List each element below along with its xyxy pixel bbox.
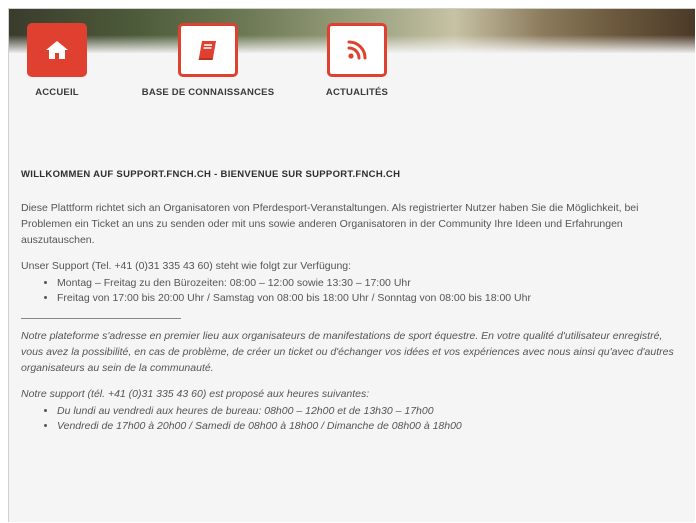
- page-frame: ACCUEIL BASE DE CONNAISSANCES ACTUALITÉS…: [8, 8, 695, 522]
- list-item: Vendredi de 17h00 à 20h00 / Samedi de 08…: [57, 419, 681, 434]
- de-hours-list: Montag – Freitag zu den Bürozeiten: 08:0…: [21, 276, 681, 306]
- list-item: Montag – Freitag zu den Bürozeiten: 08:0…: [57, 276, 681, 291]
- nav-label-actualites[interactable]: ACTUALITÉS: [322, 87, 392, 98]
- divider: [21, 318, 181, 319]
- nav-label-accueil[interactable]: ACCUEIL: [27, 87, 87, 98]
- nav-label-base-de-connaissances[interactable]: BASE DE CONNAISSANCES: [133, 87, 283, 98]
- fr-support-text: Notre support (tél. +41 (0)31 335 43 60)…: [21, 388, 370, 400]
- nav-item-actualites[interactable]: ACTUALITÉS: [322, 23, 392, 98]
- nav-item-accueil[interactable]: ACCUEIL: [27, 23, 87, 98]
- welcome-content: WILLKOMMEN AUF SUPPORT.FNCH.CH - BIENVEN…: [21, 167, 681, 440]
- rss-icon[interactable]: [327, 23, 387, 77]
- nav-item-base-de-connaissances[interactable]: BASE DE CONNAISSANCES: [133, 23, 283, 98]
- list-item: Du lundi au vendredi aux heures de burea…: [57, 404, 681, 419]
- book-icon[interactable]: [178, 23, 238, 77]
- fr-intro-text: Notre plateforme s'adresse en premier li…: [21, 330, 674, 374]
- main-nav: ACCUEIL BASE DE CONNAISSANCES ACTUALITÉS: [9, 23, 695, 123]
- home-icon[interactable]: [27, 23, 87, 77]
- de-support-text: Unser Support (Tel. +41 (0)31 335 43 60)…: [21, 260, 352, 272]
- list-item: Freitag von 17:00 bis 20:00 Uhr / Samsta…: [57, 291, 681, 306]
- welcome-title: WILLKOMMEN AUF SUPPORT.FNCH.CH - BIENVEN…: [21, 169, 401, 180]
- fr-hours-list: Du lundi au vendredi aux heures de burea…: [21, 404, 681, 434]
- de-intro-text: Diese Plattform richtet sich an Organisa…: [21, 202, 639, 246]
